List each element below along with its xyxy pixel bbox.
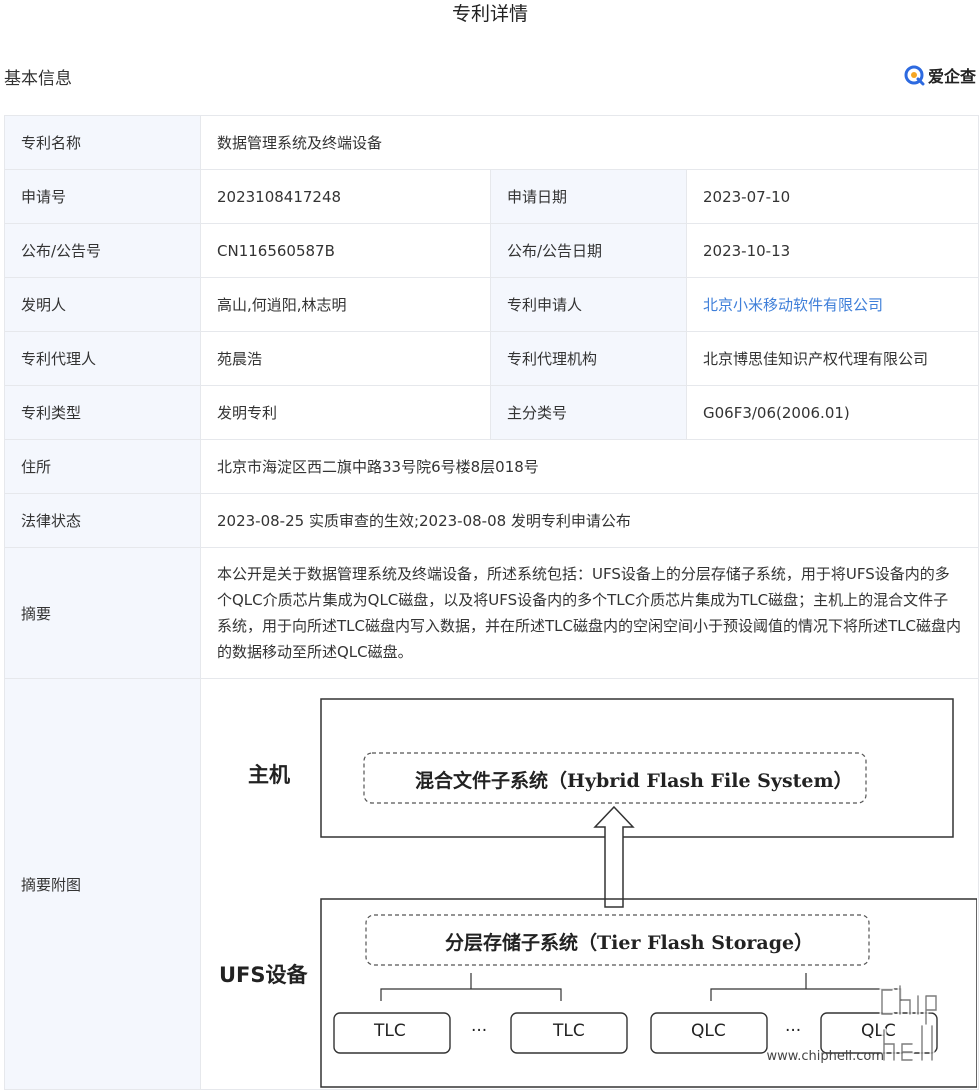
table-row: 发明人 高山,何逍阳,林志明 专利申请人 北京小米移动软件有限公司 (4, 277, 980, 332)
abstract-figure: 主机 混合文件子系统（Hybrid Flash File System） UFS… (199, 678, 980, 1090)
classification-value: G06F3/06(2006.01) (685, 385, 980, 440)
ellipsis: ··· (471, 1021, 488, 1041)
table-row: 专利代理人 苑晨浩 专利代理机构 北京博思佳知识产权代理有限公司 (4, 331, 980, 386)
system-diagram: 主机 混合文件子系统（Hybrid Flash File System） UFS… (201, 679, 977, 1089)
patent-name-value: 数据管理系统及终端设备 (199, 115, 980, 170)
row-label: 住所 (4, 439, 201, 494)
host-box-label: 混合文件子系统（Hybrid Flash File System） (415, 770, 853, 792)
row-label: 专利代理人 (4, 331, 201, 386)
aiqicha-logo-icon (904, 65, 925, 86)
inventor-value: 高山,何逍阳,林志明 (200, 277, 491, 332)
application-number-value: 2023108417248 (200, 169, 491, 224)
table-row: 摘要附图 主机 混合文件子系统（Hybrid Flash File System… (4, 678, 980, 1090)
ufs-label: UFS设备 (219, 963, 308, 987)
brand-logo[interactable]: 爱企查 (903, 63, 976, 87)
table-row: 专利类型 发明专利 主分类号 G06F3/06(2006.01) (4, 385, 980, 440)
watermark-url: www.chiphell.com (766, 1049, 884, 1064)
row-label: 专利代理机构 (490, 331, 687, 386)
applicant-link-text[interactable]: 北京小米移动软件有限公司 (703, 296, 883, 314)
row-label: 申请号 (4, 169, 201, 224)
row-label: 摘要附图 (4, 678, 201, 1090)
chip-label: TLC (374, 1021, 406, 1041)
chip-label: QLC (691, 1021, 726, 1041)
brand-name: 爱企查 (927, 67, 976, 86)
patent-type-value: 发明专利 (200, 385, 491, 440)
patent-info-table: 专利名称 数据管理系统及终端设备 申请号 2023108417248 申请日期 … (4, 115, 980, 1090)
chiphell-watermark-icon (879, 983, 939, 1063)
table-row: 申请号 2023108417248 申请日期 2023-07-10 (4, 169, 980, 224)
row-label: 专利申请人 (490, 277, 687, 332)
publication-number-value: CN116560587B (200, 223, 491, 278)
row-label: 发明人 (4, 277, 201, 332)
row-label: 公布/公告号 (4, 223, 201, 278)
row-label: 申请日期 (490, 169, 687, 224)
publication-date-value: 2023-10-13 (685, 223, 980, 278)
page-title: 专利详情 (451, 3, 528, 25)
up-arrow (593, 805, 635, 908)
table-row: 公布/公告号 CN116560587B 公布/公告日期 2023-10-13 (4, 223, 980, 278)
section-header: 基本信息 爱企查 (0, 60, 980, 92)
left-bracket (380, 973, 562, 1001)
row-label: 摘要 (4, 547, 201, 679)
table-row: 住所 北京市海淀区西二旗中路33号院6号楼8层018号 (4, 439, 980, 494)
table-row: 专利名称 数据管理系统及终端设备 (4, 115, 980, 170)
address-value: 北京市海淀区西二旗中路33号院6号楼8层018号 (199, 439, 980, 494)
row-label: 公布/公告日期 (490, 223, 687, 278)
chip-label: TLC (553, 1021, 585, 1041)
table-row: 摘要 本公开是关于数据管理系统及终端设备，所述系统包括：UFS设备上的分层存储子… (4, 547, 980, 679)
section-title: 基本信息 (4, 69, 72, 89)
ufs-box-label: 分层存储子系统（Tier Flash Storage） (445, 932, 814, 954)
host-label: 主机 (248, 763, 290, 787)
agent-value: 苑晨浩 (200, 331, 491, 386)
agency-value: 北京博思佳知识产权代理有限公司 (685, 331, 980, 386)
row-label: 法律状态 (4, 493, 201, 548)
abstract-value: 本公开是关于数据管理系统及终端设备，所述系统包括：UFS设备上的分层存储子系统，… (199, 547, 980, 679)
legal-status-value: 2023-08-25 实质审查的生效;2023-08-08 发明专利申请公布 (199, 493, 980, 548)
table-row: 法律状态 2023-08-25 实质审查的生效;2023-08-08 发明专利申… (4, 493, 980, 548)
ellipsis: ··· (785, 1021, 802, 1041)
row-label: 专利类型 (4, 385, 201, 440)
row-label: 专利名称 (4, 115, 201, 170)
application-date-value: 2023-07-10 (685, 169, 980, 224)
row-label: 主分类号 (490, 385, 687, 440)
applicant-link[interactable]: 北京小米移动软件有限公司 (685, 277, 980, 332)
